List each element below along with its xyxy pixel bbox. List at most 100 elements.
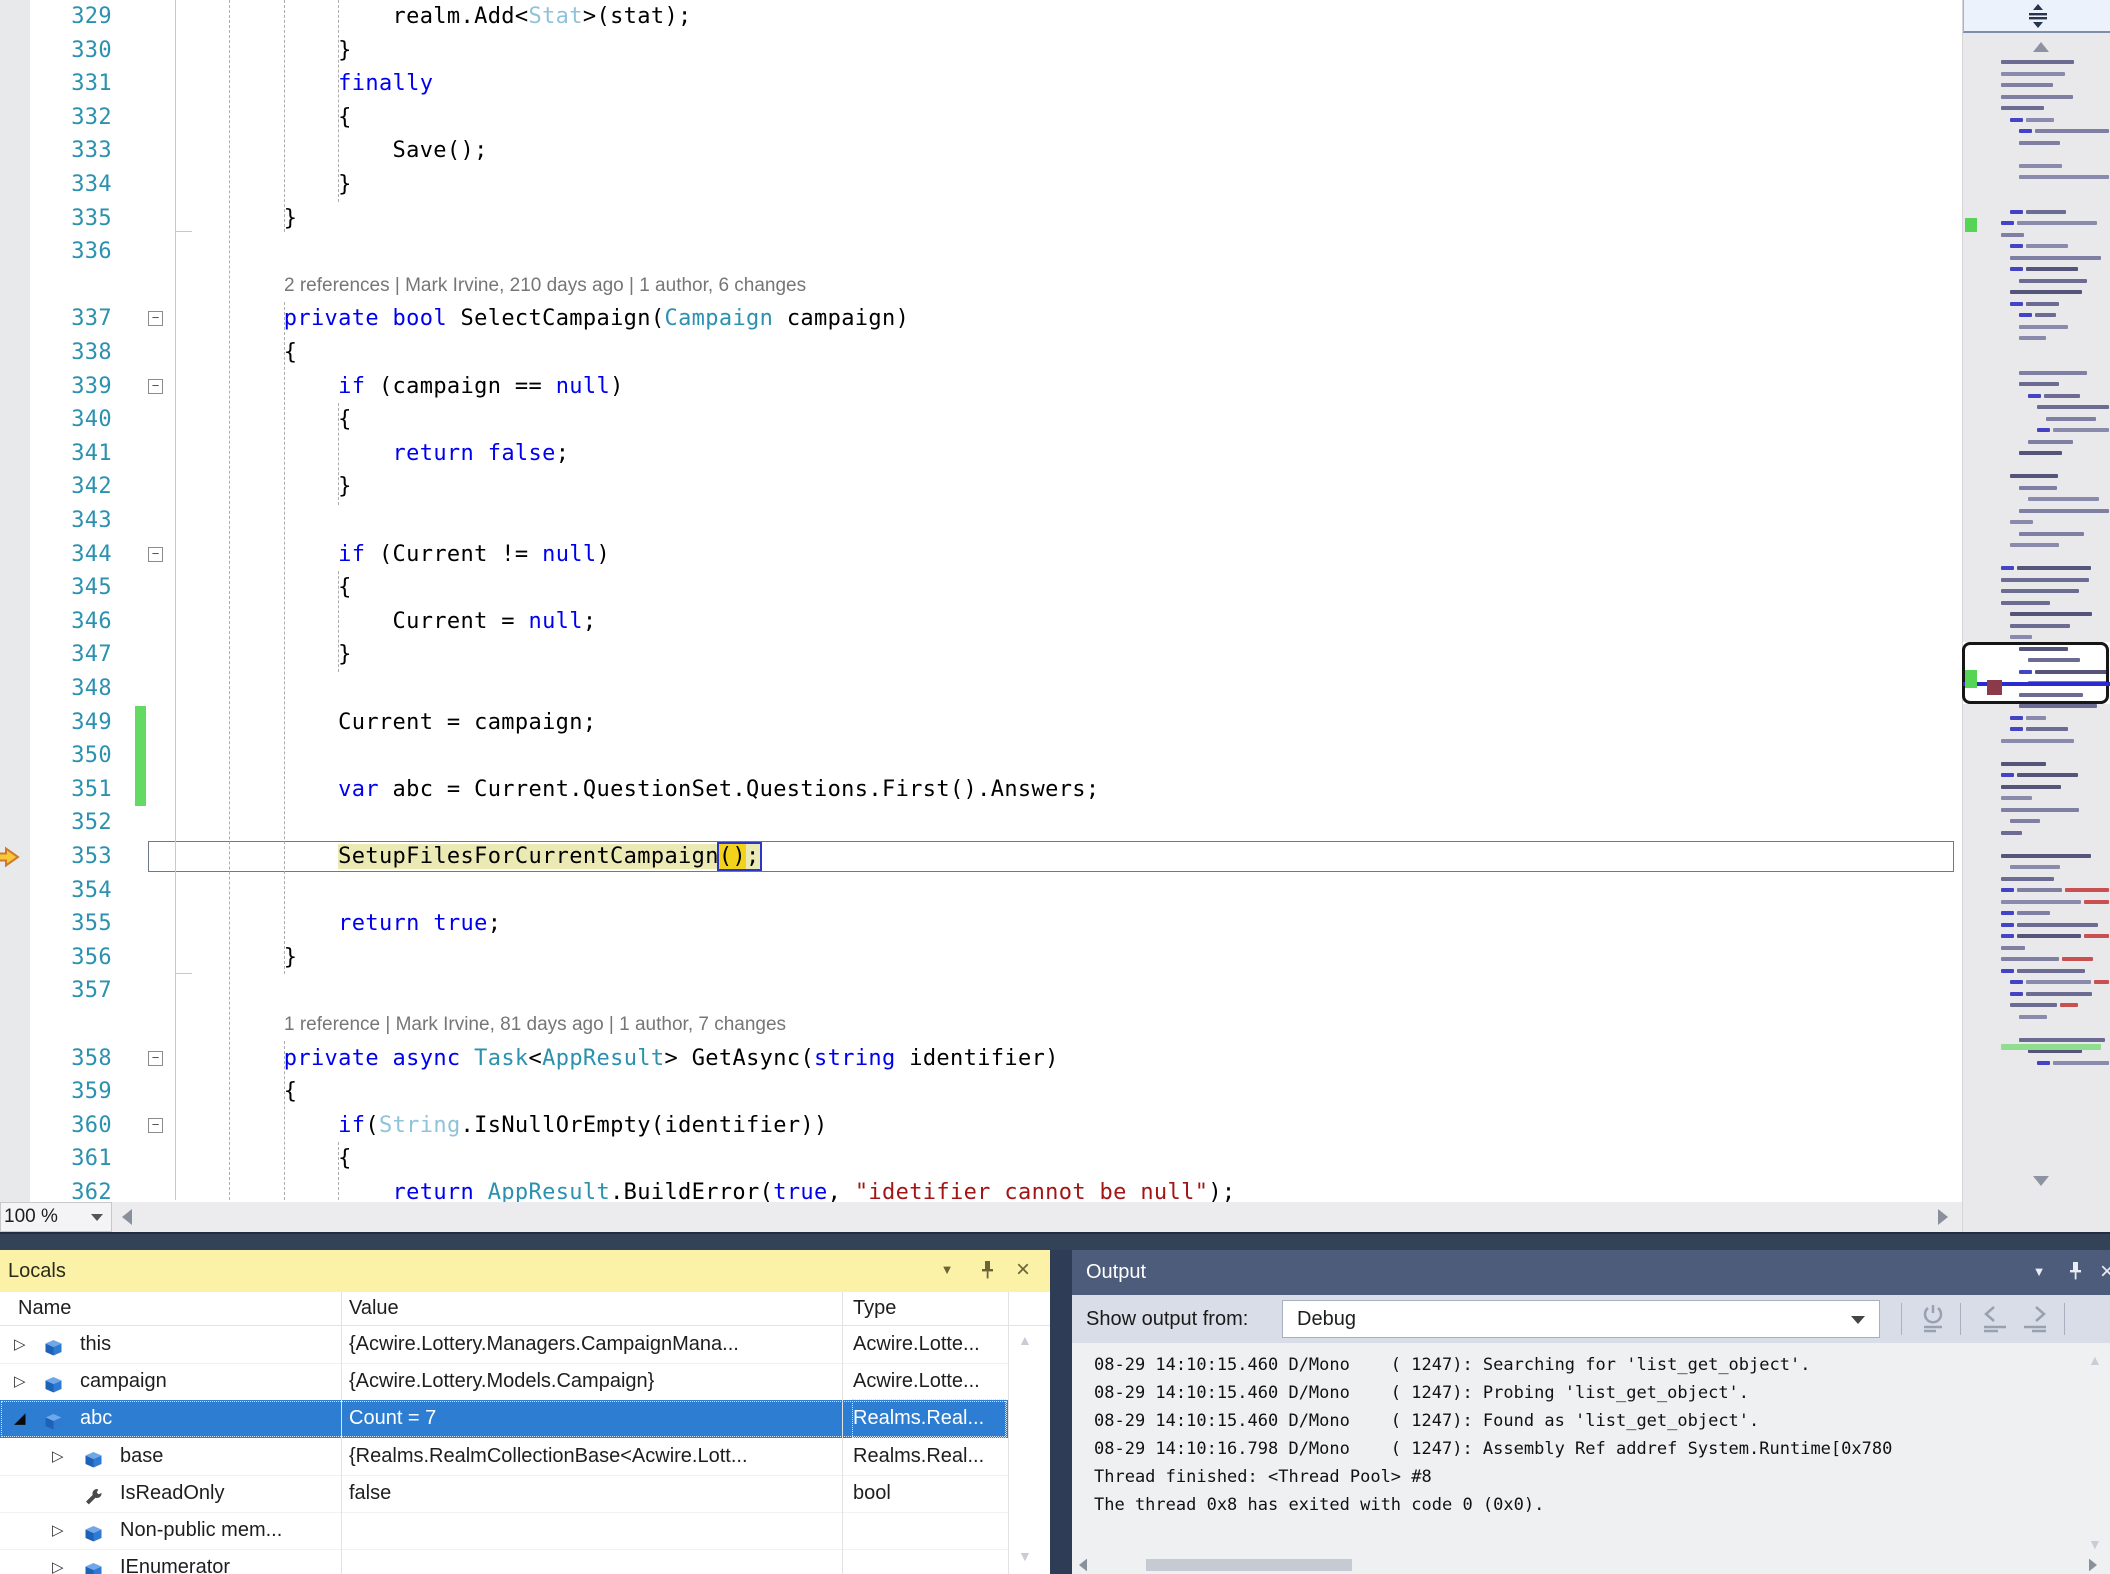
column-divider[interactable] bbox=[842, 1292, 843, 1574]
output-scroll-up-icon[interactable]: ▲ bbox=[2088, 1352, 2102, 1368]
code-row[interactable]: 344− if (Current != null) bbox=[0, 538, 1962, 572]
codelens-row[interactable]: 2 references | Mark Irvine, 210 days ago… bbox=[0, 269, 1962, 303]
code-row[interactable]: 341 return false; bbox=[0, 437, 1962, 471]
pin-icon[interactable] bbox=[2060, 1250, 2090, 1295]
fold-toggle[interactable]: − bbox=[148, 547, 163, 562]
minimap-scroll-down-icon[interactable] bbox=[2033, 1176, 2049, 1186]
minimap-line bbox=[2010, 624, 2070, 628]
code-row[interactable]: 348 bbox=[0, 672, 1962, 706]
column-header-type[interactable]: Type bbox=[853, 1292, 896, 1324]
scroll-right-icon[interactable] bbox=[2089, 1559, 2097, 1572]
code-row[interactable]: 352 bbox=[0, 806, 1962, 840]
code-row[interactable]: 331 finally bbox=[0, 67, 1962, 101]
column-header-name[interactable]: Name bbox=[18, 1292, 71, 1324]
code-row[interactable]: 332 { bbox=[0, 101, 1962, 135]
minimap-viewport-box[interactable] bbox=[1962, 642, 2109, 704]
collapsed-icon[interactable]: ▷ bbox=[14, 1363, 26, 1400]
output-source-select[interactable]: Debug bbox=[1282, 1300, 1880, 1338]
locals-row[interactable]: ▷IEnumerator bbox=[0, 1549, 1008, 1574]
editor-zoom-select[interactable]: 100 % bbox=[0, 1202, 112, 1232]
scroll-left-icon[interactable] bbox=[1079, 1559, 1087, 1572]
locals-row[interactable]: ▷base{Realms.RealmCollectionBase<Acwire.… bbox=[0, 1438, 1008, 1476]
code-row[interactable]: 361 { bbox=[0, 1142, 1962, 1176]
locals-scroll-down-icon[interactable]: ▼ bbox=[1018, 1548, 1032, 1564]
collapsed-icon[interactable]: ▷ bbox=[52, 1438, 64, 1475]
locals-row[interactable]: ▷this{Acwire.Lottery.Managers.CampaignMa… bbox=[0, 1326, 1008, 1364]
code-row[interactable]: 351 var abc = Current.QuestionSet.Questi… bbox=[0, 773, 1962, 807]
code-row[interactable]: 362 return AppResult.BuildError(true, "i… bbox=[0, 1176, 1962, 1202]
locals-row[interactable]: ▷campaign{Acwire.Lottery.Models.Campaign… bbox=[0, 1363, 1008, 1401]
code-row[interactable]: 339− if (campaign == null) bbox=[0, 370, 1962, 404]
code-row[interactable]: 356 } bbox=[0, 941, 1962, 975]
code-row[interactable]: 336 bbox=[0, 235, 1962, 269]
column-header-value[interactable]: Value bbox=[349, 1292, 399, 1324]
code-row[interactable]: 347 } bbox=[0, 638, 1962, 672]
window-position-icon[interactable]: ▼ bbox=[932, 1250, 962, 1292]
code-row[interactable]: 342 } bbox=[0, 470, 1962, 504]
expanded-icon[interactable]: ◢ bbox=[14, 1400, 26, 1437]
fold-toggle[interactable]: − bbox=[148, 1118, 163, 1133]
code-row[interactable]: 355 return true; bbox=[0, 907, 1962, 941]
locals-row[interactable]: IsReadOnlyfalsebool bbox=[0, 1475, 1008, 1513]
code-segment bbox=[175, 374, 338, 399]
close-icon[interactable]: × bbox=[2092, 1250, 2110, 1295]
code-row[interactable]: 335 } bbox=[0, 202, 1962, 236]
horizontal-splitter[interactable] bbox=[0, 1232, 2110, 1250]
close-icon[interactable]: × bbox=[1008, 1250, 1038, 1292]
code-row[interactable]: 333 Save(); bbox=[0, 134, 1962, 168]
code-row[interactable]: 345 { bbox=[0, 571, 1962, 605]
code-row[interactable]: 360− if(String.IsNullOrEmpty(identifier)… bbox=[0, 1109, 1962, 1143]
fold-toggle[interactable]: − bbox=[148, 1051, 163, 1066]
locals-scroll-up-icon[interactable]: ▲ bbox=[1018, 1332, 1032, 1348]
code-row[interactable]: 340 { bbox=[0, 403, 1962, 437]
scrollbar-thumb[interactable] bbox=[1146, 1559, 1352, 1571]
column-divider[interactable] bbox=[341, 1292, 342, 1574]
output-console[interactable]: 08-29 14:10:15.460 D/Mono ( 1247): Searc… bbox=[1072, 1343, 2110, 1556]
next-message-icon[interactable] bbox=[2020, 1303, 2052, 1335]
vertical-splitter[interactable] bbox=[1050, 1250, 1072, 1574]
code-row[interactable]: 354 bbox=[0, 874, 1962, 908]
code-editor[interactable]: 329 realm.Add<Stat>(stat);330 }331 final… bbox=[0, 0, 1962, 1202]
clear-output-icon[interactable] bbox=[1918, 1303, 1950, 1335]
code-row[interactable]: 337− private bool SelectCampaign(Campaig… bbox=[0, 302, 1962, 336]
code-row[interactable]: 334 } bbox=[0, 168, 1962, 202]
codelens-row[interactable]: 1 reference | Mark Irvine, 81 days ago |… bbox=[0, 1008, 1962, 1042]
output-scroll-down-icon[interactable]: ▼ bbox=[2088, 1536, 2102, 1552]
editor-minimap-scrollbar[interactable] bbox=[1962, 0, 2110, 1232]
pin-icon[interactable] bbox=[972, 1250, 1002, 1292]
collapsed-icon[interactable]: ▷ bbox=[52, 1549, 64, 1574]
code-row[interactable]: 358− private async Task<AppResult> GetAs… bbox=[0, 1042, 1962, 1076]
minimap-scroll-up-icon[interactable] bbox=[2033, 42, 2049, 52]
code-row[interactable]: 353 SetupFilesForCurrentCampaign(); bbox=[0, 840, 1962, 874]
scroll-right-icon[interactable] bbox=[1938, 1209, 1948, 1225]
code-row[interactable]: 338 { bbox=[0, 336, 1962, 370]
locals-row[interactable]: ▷Non-public mem... bbox=[0, 1512, 1008, 1550]
locals-title-bar[interactable]: Locals ▼ × bbox=[0, 1250, 1050, 1292]
locals-column-headers[interactable]: Name Value Type bbox=[0, 1292, 1050, 1326]
code-row[interactable]: 343 bbox=[0, 504, 1962, 538]
previous-message-icon[interactable] bbox=[1980, 1303, 2012, 1335]
split-window-icon bbox=[2028, 4, 2048, 28]
collapsed-icon[interactable]: ▷ bbox=[52, 1512, 64, 1549]
code-row[interactable]: 330 } bbox=[0, 34, 1962, 68]
output-title-bar[interactable]: Output ▼ × bbox=[1072, 1250, 2110, 1295]
locals-row[interactable]: ◢abcCount = 7Realms.Real... bbox=[0, 1400, 1008, 1437]
splitter-handle[interactable] bbox=[1963, 0, 2110, 33]
editor-horizontal-scrollbar[interactable]: 100 % bbox=[0, 1202, 1962, 1232]
minimap-line bbox=[2053, 1061, 2109, 1065]
codelens-text[interactable]: 2 references | Mark Irvine, 210 days ago… bbox=[284, 271, 806, 301]
code-row[interactable]: 359 { bbox=[0, 1075, 1962, 1109]
code-row[interactable]: 357 bbox=[0, 974, 1962, 1008]
scroll-left-icon[interactable] bbox=[122, 1209, 132, 1225]
collapsed-icon[interactable]: ▷ bbox=[14, 1326, 26, 1363]
fold-toggle[interactable]: − bbox=[148, 311, 163, 326]
code-row[interactable]: 350 bbox=[0, 739, 1962, 773]
code-row[interactable]: 329 realm.Add<Stat>(stat); bbox=[0, 0, 1962, 34]
codelens-text[interactable]: 1 reference | Mark Irvine, 81 days ago |… bbox=[284, 1010, 786, 1040]
fold-toggle[interactable]: − bbox=[148, 379, 163, 394]
output-horizontal-scrollbar[interactable] bbox=[1072, 1556, 2110, 1574]
code-segment: { bbox=[175, 407, 352, 432]
code-row[interactable]: 346 Current = null; bbox=[0, 605, 1962, 639]
code-row[interactable]: 349 Current = campaign; bbox=[0, 706, 1962, 740]
window-position-icon[interactable]: ▼ bbox=[2024, 1250, 2054, 1295]
